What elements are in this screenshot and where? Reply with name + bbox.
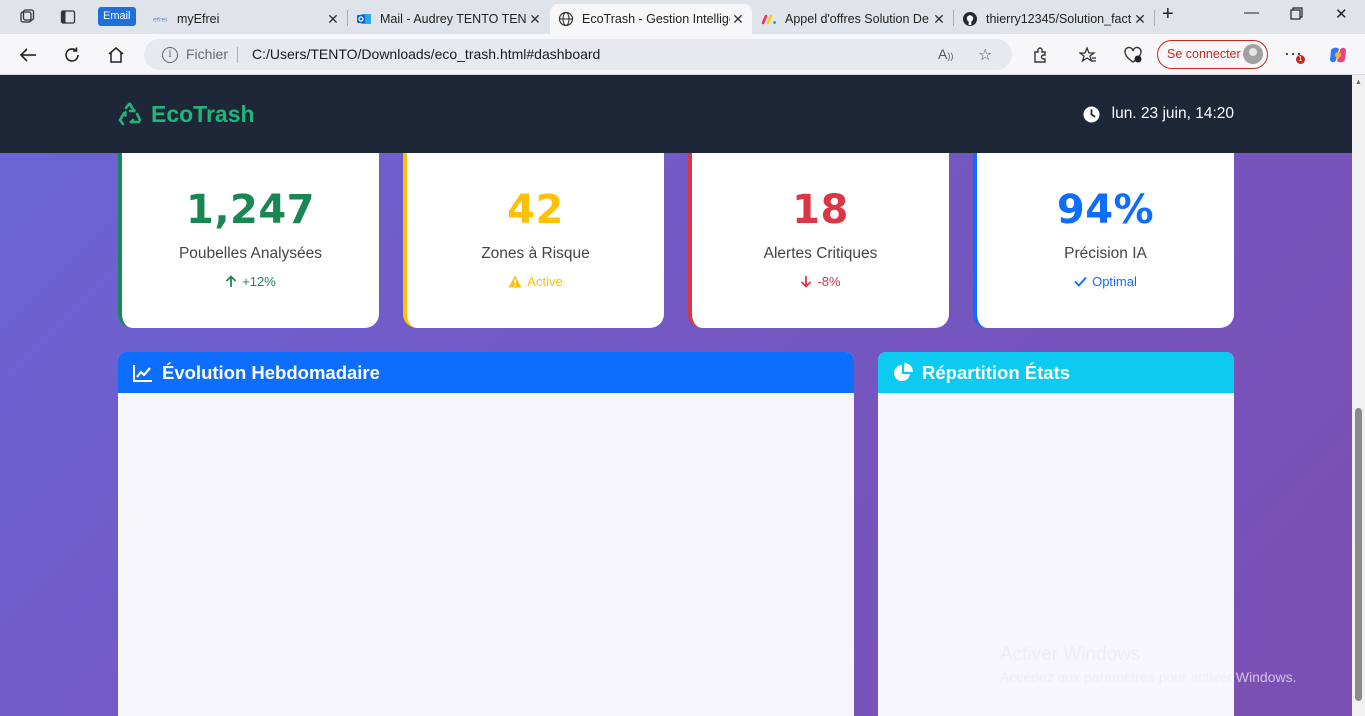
line-chart-icon bbox=[133, 364, 153, 382]
tab-title: Appel d'offres Solution De bbox=[785, 12, 929, 26]
favorites-icon[interactable] bbox=[1077, 44, 1099, 66]
stat-card-critical-alerts: 18 Alertes Critiques -8% bbox=[688, 138, 949, 328]
tab-title: myEfrei bbox=[177, 12, 220, 26]
stat-label: Poubelles Analysées bbox=[178, 245, 323, 262]
info-icon[interactable]: i bbox=[162, 47, 178, 63]
stat-trend: +12% bbox=[122, 274, 379, 289]
tab-myefrei[interactable]: efrei myEfrei ✕ bbox=[145, 4, 347, 34]
monday-icon bbox=[761, 11, 777, 27]
arrow-up-icon bbox=[225, 275, 237, 288]
stat-trend: -8% bbox=[692, 274, 949, 289]
extensions-icon[interactable] bbox=[1030, 44, 1052, 66]
warning-icon bbox=[508, 275, 522, 288]
windows-activation-watermark: Activer Windows Accédez aux paramètres p… bbox=[1000, 644, 1296, 685]
efrei-icon: efrei bbox=[153, 11, 169, 27]
stat-trend: Optimal bbox=[977, 274, 1234, 289]
stat-trend-text: Optimal bbox=[1092, 274, 1137, 289]
weekly-evolution-panel: Évolution Hebdomadaire bbox=[118, 352, 854, 716]
svg-text:efrei: efrei bbox=[153, 17, 167, 24]
workspaces-icon[interactable] bbox=[17, 7, 37, 27]
browser-essentials-icon[interactable] bbox=[1122, 44, 1144, 66]
stat-value: 94% bbox=[1056, 187, 1155, 233]
stat-value: 18 bbox=[792, 187, 849, 233]
stat-label: Alertes Critiques bbox=[763, 245, 878, 262]
brand-logo[interactable]: EcoTrash bbox=[117, 101, 255, 128]
favorite-star-icon[interactable]: ☆ bbox=[978, 45, 992, 65]
close-window-icon[interactable]: ✕ bbox=[1335, 5, 1348, 23]
brand-name: EcoTrash bbox=[151, 101, 255, 127]
scrollbar-thumb[interactable] bbox=[1355, 408, 1362, 701]
arrow-down-icon bbox=[800, 275, 812, 288]
email-badge[interactable]: Email bbox=[98, 7, 136, 26]
datetime-display: lun. 23 juin, 14:20 bbox=[1083, 105, 1234, 123]
browser-tab-bar: Email efrei myEfrei ✕ Mail - Audrey TENT… bbox=[0, 0, 1365, 34]
github-icon bbox=[962, 11, 978, 27]
stat-value: 1,247 bbox=[185, 187, 316, 233]
tab-title: EcoTrash - Gestion Intelligente bbox=[582, 12, 730, 26]
tab-title: Mail - Audrey TENTO TENTO bbox=[380, 12, 527, 26]
profile-avatar-icon bbox=[1243, 44, 1263, 64]
stat-trend-text: +12% bbox=[242, 274, 276, 289]
stat-trend-text: Active bbox=[527, 274, 563, 289]
browser-address-bar: i Fichier C:/Users/TENTO/Downloads/eco_t… bbox=[0, 34, 1365, 75]
stat-trend-text: -8% bbox=[817, 274, 841, 289]
outlook-icon bbox=[356, 11, 372, 27]
panel-title: Répartition États bbox=[922, 361, 1071, 383]
datetime-text: lun. 23 juin, 14:20 bbox=[1111, 105, 1234, 122]
stat-value: 42 bbox=[507, 187, 564, 233]
panel-header: Répartition États bbox=[878, 352, 1234, 393]
stat-card-risk-zones: 42 Zones à Risque Active bbox=[403, 138, 664, 328]
back-icon[interactable] bbox=[17, 44, 39, 66]
refresh-icon[interactable] bbox=[61, 44, 83, 66]
close-tab-icon[interactable]: ✕ bbox=[1132, 11, 1148, 28]
sign-in-label: Se connecter bbox=[1167, 47, 1241, 61]
pie-chart-icon bbox=[893, 362, 913, 383]
stat-trend: Active bbox=[407, 274, 664, 289]
page-scrollbar[interactable]: ▲ bbox=[1352, 75, 1365, 716]
close-tab-icon[interactable]: ✕ bbox=[325, 11, 341, 28]
page-viewport: EcoTrash lun. 23 juin, 14:20 1,247 Poube… bbox=[0, 75, 1352, 716]
copilot-icon[interactable] bbox=[1327, 44, 1349, 66]
stat-card-ai-precision: 94% Précision IA Optimal bbox=[973, 138, 1234, 328]
restore-icon[interactable] bbox=[1290, 7, 1303, 24]
app-header: EcoTrash lun. 23 juin, 14:20 bbox=[0, 75, 1352, 153]
tab-github[interactable]: thierry12345/Solution_fact ✕ bbox=[954, 4, 1154, 34]
globe-icon bbox=[558, 11, 574, 27]
stat-card-bins-analyzed: 1,247 Poubelles Analysées +12% bbox=[118, 138, 379, 328]
check-icon bbox=[1074, 276, 1087, 287]
tab-title: thierry12345/Solution_fact bbox=[986, 12, 1132, 26]
address-field[interactable]: i Fichier C:/Users/TENTO/Downloads/eco_t… bbox=[144, 39, 1012, 70]
sign-in-button[interactable]: Se connecter bbox=[1157, 40, 1268, 69]
close-tab-icon[interactable]: ✕ bbox=[730, 11, 746, 28]
address-divider bbox=[237, 47, 238, 63]
panel-header: Évolution Hebdomadaire bbox=[118, 352, 854, 393]
tab-appel-offres[interactable]: Appel d'offres Solution De ✕ bbox=[753, 4, 953, 34]
read-aloud-icon[interactable]: A)) bbox=[938, 46, 953, 62]
notification-badge: 1 bbox=[1296, 55, 1305, 64]
stat-label: Zones à Risque bbox=[481, 245, 590, 262]
recycle-icon bbox=[117, 102, 143, 128]
close-tab-icon[interactable]: ✕ bbox=[527, 11, 543, 28]
tab-mail[interactable]: Mail - Audrey TENTO TENTO ✕ bbox=[348, 4, 549, 34]
scroll-up-arrow-icon[interactable]: ▲ bbox=[1355, 79, 1362, 86]
tab-divider bbox=[1154, 10, 1155, 26]
stat-label: Précision IA bbox=[1064, 245, 1147, 262]
minimize-icon[interactable]: — bbox=[1244, 4, 1259, 21]
close-tab-icon[interactable]: ✕ bbox=[931, 11, 947, 28]
tab-ecotrash[interactable]: EcoTrash - Gestion Intelligente ✕ bbox=[550, 4, 752, 34]
panel-title: Évolution Hebdomadaire bbox=[162, 361, 380, 383]
tab-actions-icon[interactable] bbox=[58, 7, 78, 27]
clock-icon bbox=[1083, 106, 1100, 123]
watermark-subtitle: Accédez aux paramètres pour activer Wind… bbox=[1000, 669, 1297, 685]
watermark-title: Activer Windows bbox=[1000, 644, 1141, 665]
scheme-label: Fichier bbox=[186, 46, 229, 62]
url-text[interactable]: C:/Users/TENTO/Downloads/eco_trash.html#… bbox=[252, 46, 600, 62]
new-tab-button[interactable]: + bbox=[1162, 3, 1174, 26]
home-icon[interactable] bbox=[105, 44, 127, 66]
